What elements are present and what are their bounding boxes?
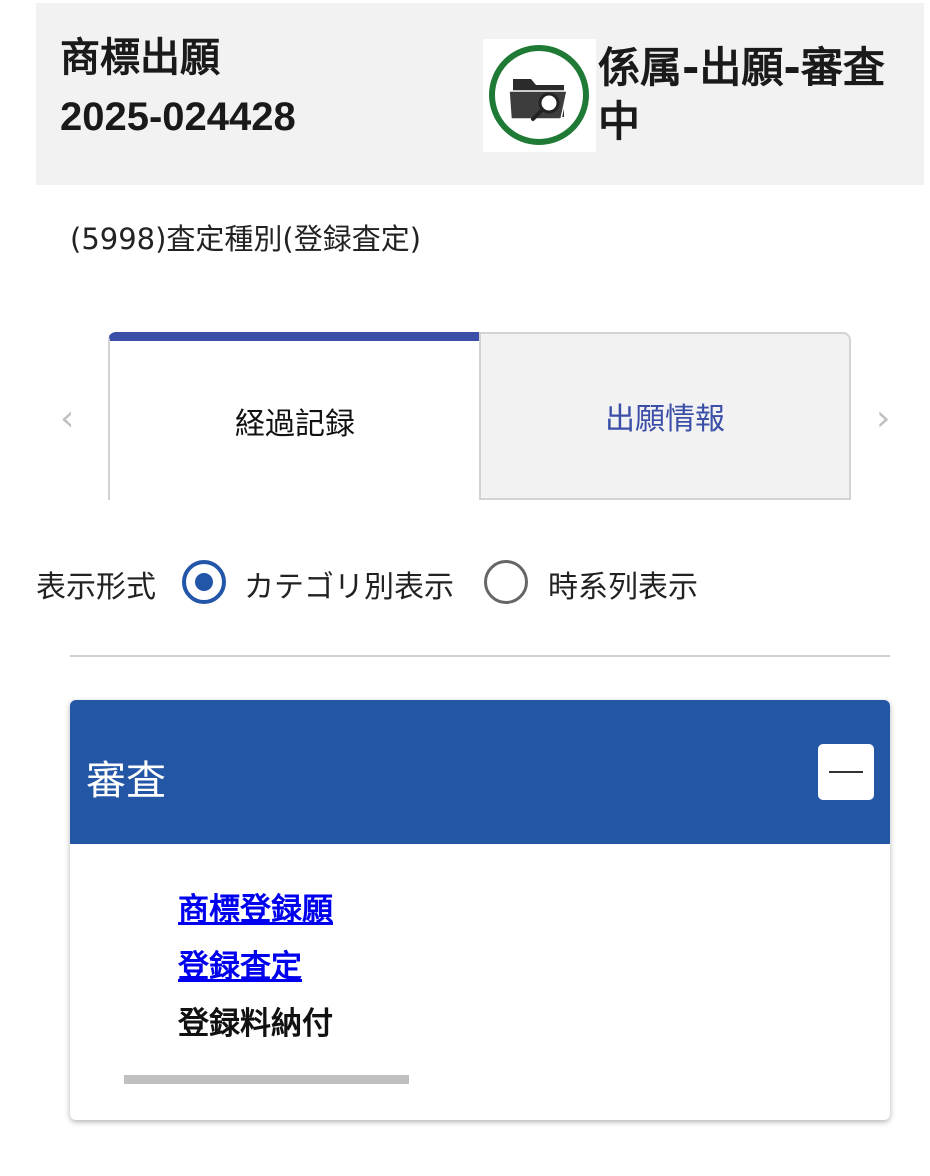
- tab-application-info[interactable]: 出願情報: [479, 332, 851, 500]
- radio-chronological-view-label[interactable]: 時系列表示: [548, 562, 698, 606]
- tab-next-chevron-icon[interactable]: ›: [876, 398, 890, 439]
- examination-panel: 審査 商標登録願 登録査定 登録料納付: [70, 700, 890, 1120]
- radio-category-view[interactable]: [182, 560, 226, 604]
- folder-search-icon: [483, 39, 596, 152]
- divider: [70, 655, 890, 657]
- decision-type-text: (5998)査定種別(登録査定): [70, 222, 422, 256]
- application-type-label: 商標出願: [60, 35, 220, 81]
- tab-history-label: 経過記録: [235, 406, 355, 442]
- status-text: 係属-出願-審査中: [598, 43, 885, 146]
- panel-header[interactable]: 審査: [70, 700, 890, 844]
- collapse-button[interactable]: [818, 744, 874, 800]
- application-number: 2025-024428: [60, 95, 296, 139]
- tab-history[interactable]: 経過記録: [108, 332, 480, 500]
- tab-application-info-label: 出願情報: [605, 402, 725, 437]
- application-header: 商標出願 2025-024428 係属-出願-審査中: [36, 3, 924, 185]
- tab-prev-chevron-icon[interactable]: ‹: [60, 398, 74, 439]
- document-link-registration-decision[interactable]: 登録査定: [178, 941, 302, 986]
- radio-category-view-label[interactable]: カテゴリ別表示: [244, 562, 454, 606]
- radio-chronological-view[interactable]: [484, 560, 528, 604]
- horizontal-scrollbar[interactable]: [124, 1075, 409, 1084]
- document-link-trademark-application[interactable]: 商標登録願: [178, 884, 333, 929]
- panel-title: 審査: [86, 758, 166, 804]
- display-mode-label: 表示形式: [36, 570, 156, 605]
- document-registration-fee-payment: 登録料納付: [178, 1006, 333, 1042]
